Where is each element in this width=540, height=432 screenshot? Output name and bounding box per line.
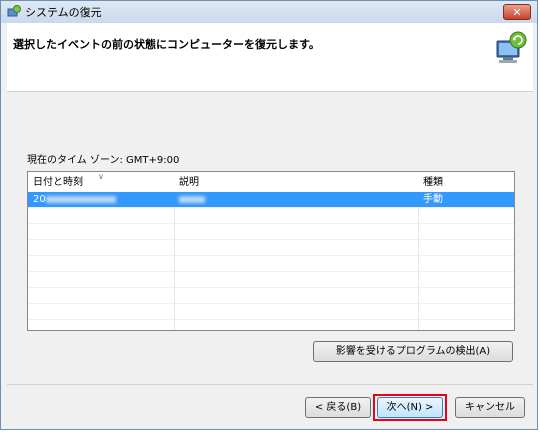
table-row (28, 208, 514, 224)
redacted-description (179, 195, 205, 203)
close-button[interactable]: ✕ (503, 4, 531, 20)
system-restore-window: システムの復元 ✕ 選択したイベントの前の状態にコンピューターを復元します。 現… (0, 0, 538, 430)
cancel-button[interactable]: キャンセル (455, 397, 525, 418)
table-row (28, 288, 514, 304)
table-row (28, 272, 514, 288)
wizard-header: 選択したイベントの前の状態にコンピューターを復元します。 (7, 23, 533, 91)
sort-indicator-icon: ∨ (98, 172, 104, 181)
table-row (28, 240, 514, 256)
restore-computer-icon (496, 31, 527, 63)
redacted-date (45, 195, 116, 203)
page-title: 選択したイベントの前の状態にコンピューターを復元します。 (13, 38, 320, 51)
list-header: 日付と時刻 ∨ 説明 種類 (28, 172, 514, 193)
column-header-type[interactable]: 種類 (418, 172, 514, 192)
row-date: 20 (33, 194, 46, 205)
footer-separator (7, 384, 533, 385)
window-title: システムの復元 (25, 6, 102, 19)
table-row[interactable]: 20 手動 (28, 192, 514, 208)
row-description-cell (174, 192, 418, 208)
row-type: 手動 (423, 194, 443, 205)
table-row (28, 304, 514, 320)
system-restore-icon (7, 5, 21, 17)
scan-affected-programs-button[interactable]: 影響を受けるプログラムの検出(A) (313, 341, 513, 362)
title-bar: システムの復元 ✕ (1, 1, 537, 23)
table-row (28, 256, 514, 272)
row-date-cell: 20 (28, 192, 174, 208)
back-button[interactable]: < 戻る(B) (305, 397, 371, 418)
column-header-description[interactable]: 説明 (174, 172, 418, 192)
timezone-label: 現在のタイム ゾーン: GMT+9:00 (27, 155, 180, 166)
table-row (28, 224, 514, 240)
next-button-highlight (373, 394, 447, 421)
header-separator (7, 91, 533, 92)
restore-point-list[interactable]: 日付と時刻 ∨ 説明 種類 20 手動 (27, 171, 515, 331)
